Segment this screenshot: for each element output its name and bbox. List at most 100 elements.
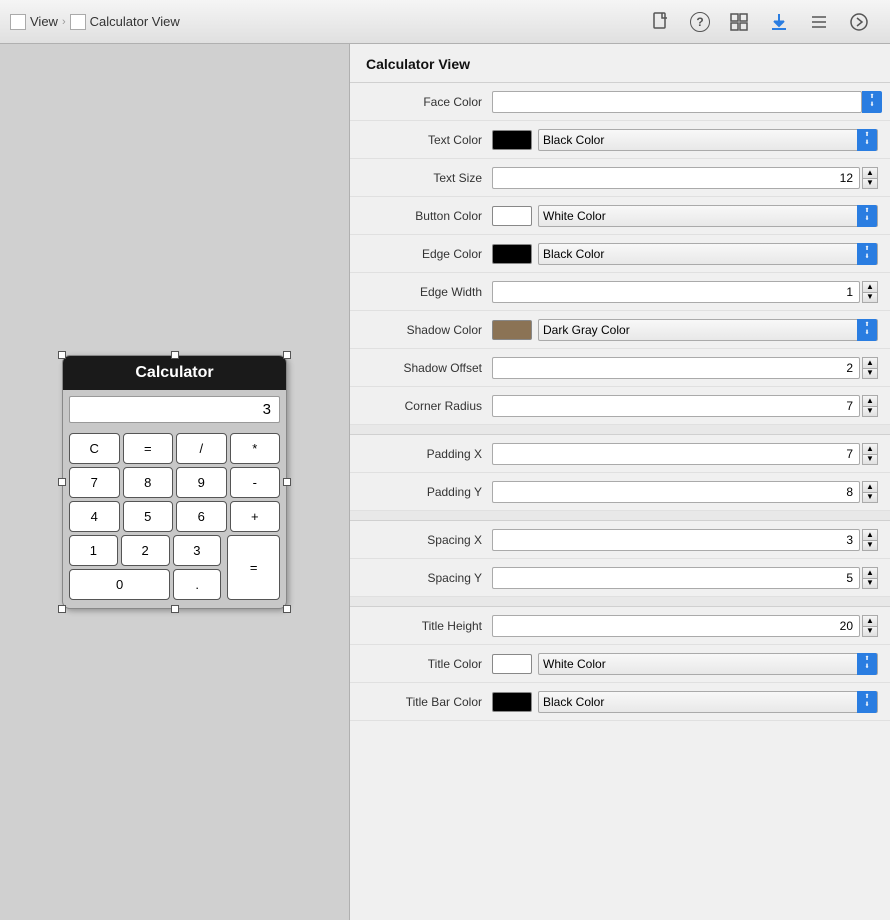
help-icon[interactable]: ? — [690, 12, 710, 32]
title-bar-color-value: Black Color — [543, 695, 857, 709]
title-bar-color-dropdown-btn[interactable] — [857, 691, 877, 713]
calc-btn-6[interactable]: 6 — [176, 501, 227, 532]
arrow-right-icon[interactable] — [848, 11, 870, 33]
spacing-y-up[interactable]: ▲ — [862, 567, 878, 578]
text-size-input[interactable]: 12 — [492, 167, 860, 189]
list-icon[interactable] — [808, 11, 830, 33]
calc-btn-8[interactable]: 8 — [123, 467, 174, 498]
text-color-dropdown-btn[interactable] — [857, 129, 877, 151]
calc-btn-5[interactable]: 5 — [123, 501, 174, 532]
breadcrumb-view[interactable]: View — [10, 14, 58, 30]
edge-color-row: Edge Color Black Color — [350, 235, 890, 273]
shadow-color-swatch[interactable] — [492, 320, 532, 340]
corner-radius-down[interactable]: ▼ — [862, 406, 878, 417]
spacing-x-control: 3 ▲ ▼ — [492, 529, 878, 551]
title-color-dropdown-btn[interactable] — [857, 653, 877, 675]
calc-btn-7[interactable]: 7 — [69, 467, 120, 498]
padding-x-control: 7 ▲ ▼ — [492, 443, 878, 465]
calc-btn-9[interactable]: 9 — [176, 467, 227, 498]
padding-x-label: Padding X — [362, 447, 492, 461]
padding-y-input[interactable]: 8 — [492, 481, 860, 503]
breadcrumb: View › Calculator View — [10, 14, 650, 30]
padding-x-down[interactable]: ▼ — [862, 454, 878, 465]
corner-radius-up[interactable]: ▲ — [862, 395, 878, 406]
padding-x-up[interactable]: ▲ — [862, 443, 878, 454]
spacing-x-down[interactable]: ▼ — [862, 540, 878, 551]
text-color-swatch[interactable] — [492, 130, 532, 150]
title-color-dropdown[interactable]: White Color — [538, 653, 878, 675]
edge-width-input[interactable]: 1 — [492, 281, 860, 303]
handle-bottom-right[interactable] — [283, 605, 291, 613]
text-size-stepper: ▲ ▼ — [862, 167, 878, 189]
edge-width-up[interactable]: ▲ — [862, 281, 878, 292]
download-icon[interactable] — [768, 11, 790, 33]
shadow-color-dropdown[interactable]: Dark Gray Color — [538, 319, 878, 341]
handle-mid-left[interactable] — [58, 478, 66, 486]
edge-color-dropdown[interactable]: Black Color — [538, 243, 878, 265]
calc-btn-sub[interactable]: - — [230, 467, 281, 498]
edge-color-swatch[interactable] — [492, 244, 532, 264]
breadcrumb-separator: › — [62, 16, 66, 28]
calc-btn-eq1[interactable]: = — [123, 433, 174, 464]
spacing-x-input[interactable]: 3 — [492, 529, 860, 551]
text-size-label: Text Size — [362, 171, 492, 185]
calc-btn-dot[interactable]: . — [173, 569, 221, 600]
spacing-y-down[interactable]: ▼ — [862, 578, 878, 589]
padding-y-up[interactable]: ▲ — [862, 481, 878, 492]
text-size-up[interactable]: ▲ — [862, 167, 878, 178]
corner-radius-stepper: ▲ ▼ — [862, 395, 878, 417]
padding-x-input[interactable]: 7 — [492, 443, 860, 465]
breadcrumb-calculator-view[interactable]: Calculator View — [70, 14, 180, 30]
grid-icon[interactable] — [728, 11, 750, 33]
handle-mid-right[interactable] — [283, 478, 291, 486]
shadow-offset-input[interactable]: 2 — [492, 357, 860, 379]
calc-row-2: 7 8 9 - — [69, 467, 280, 498]
title-height-up[interactable]: ▲ — [862, 615, 878, 626]
button-color-dropdown-btn[interactable] — [857, 205, 877, 227]
shadow-color-dropdown-btn[interactable] — [857, 319, 877, 341]
title-height-down[interactable]: ▼ — [862, 626, 878, 637]
text-size-down[interactable]: ▼ — [862, 178, 878, 189]
text-color-dropdown[interactable]: Black Color — [538, 129, 878, 151]
shadow-offset-up[interactable]: ▲ — [862, 357, 878, 368]
spacing-x-up[interactable]: ▲ — [862, 529, 878, 540]
calc-btn-mul[interactable]: * — [230, 433, 281, 464]
calc-btn-2[interactable]: 2 — [121, 535, 170, 566]
title-color-label: Title Color — [362, 657, 492, 671]
title-height-control: 20 ▲ ▼ — [492, 615, 878, 637]
handle-top-right[interactable] — [283, 351, 291, 359]
handle-top-mid[interactable] — [171, 351, 179, 359]
file-icon[interactable] — [650, 11, 672, 33]
calc-btn-4[interactable]: 4 — [69, 501, 120, 532]
calculator-wrapper: Calculator 3 C = / * 7 8 9 - — [62, 355, 287, 609]
handle-bottom-mid[interactable] — [171, 605, 179, 613]
face-color-label: Face Color — [362, 95, 492, 109]
button-color-dropdown[interactable]: White Color — [538, 205, 878, 227]
padding-y-down[interactable]: ▼ — [862, 492, 878, 503]
calc-btn-3[interactable]: 3 — [173, 535, 222, 566]
calc-btn-c[interactable]: C — [69, 433, 120, 464]
spacing-y-input[interactable]: 5 — [492, 567, 860, 589]
title-height-input[interactable]: 20 — [492, 615, 860, 637]
face-color-dropdown-btn[interactable] — [862, 91, 882, 113]
title-color-swatch[interactable] — [492, 654, 532, 674]
shadow-offset-down[interactable]: ▼ — [862, 368, 878, 379]
calc-btn-1[interactable]: 1 — [69, 535, 118, 566]
edge-color-dropdown-btn[interactable] — [857, 243, 877, 265]
corner-radius-input[interactable]: 7 — [492, 395, 860, 417]
button-color-label: Button Color — [362, 209, 492, 223]
title-bar-color-dropdown[interactable]: Black Color — [538, 691, 878, 713]
title-bar-color-swatch[interactable] — [492, 692, 532, 712]
calc-btn-eq2[interactable]: = — [227, 535, 280, 600]
calc-btn-div[interactable]: / — [176, 433, 227, 464]
handle-bottom-left[interactable] — [58, 605, 66, 613]
button-color-swatch[interactable] — [492, 206, 532, 226]
shadow-color-label: Shadow Color — [362, 323, 492, 337]
text-color-row: Text Color Black Color — [350, 121, 890, 159]
edge-width-down[interactable]: ▼ — [862, 292, 878, 303]
face-color-input[interactable] — [492, 91, 862, 113]
handle-top-left[interactable] — [58, 351, 66, 359]
calc-btn-0[interactable]: 0 — [69, 569, 170, 600]
calc-btn-add[interactable]: + — [230, 501, 281, 532]
calc-row-4: 1 2 3 0 . = — [69, 535, 280, 600]
